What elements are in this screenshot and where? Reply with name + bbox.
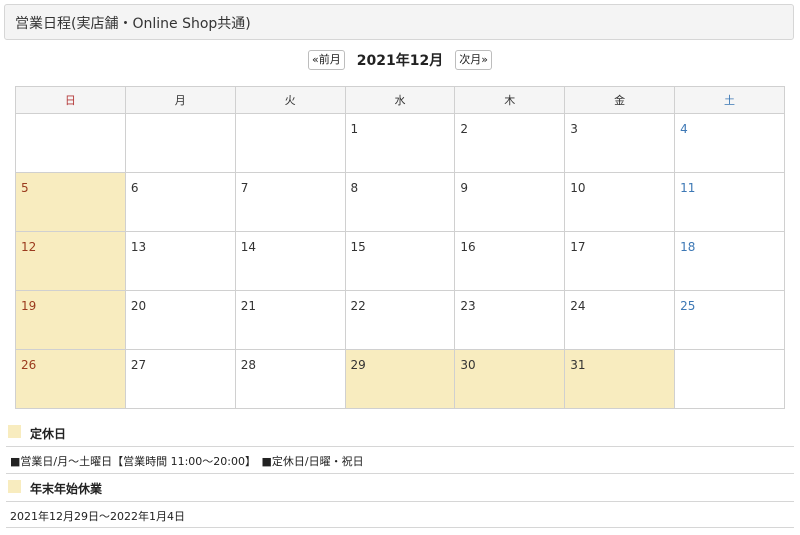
weekday-sun: 日 — [15, 86, 126, 114]
calendar-empty-cell — [15, 113, 126, 173]
calendar-week-row: 1 2 3 4 — [15, 113, 785, 173]
weekday-wed: 水 — [344, 86, 456, 114]
calendar-day-18: 18 — [674, 231, 785, 291]
calendar-day-3: 3 — [564, 113, 676, 173]
calendar-day-19: 19 — [15, 290, 126, 350]
calendar-day-15: 15 — [344, 231, 456, 291]
calendar-day-29: 29 — [344, 349, 456, 409]
closed-day-legend-label: 定休日 — [30, 427, 67, 441]
page-title: 営業日程(実店舗・Online Shop共通) — [15, 16, 251, 32]
calendar-day-25: 25 — [674, 290, 785, 350]
day-number: 17 — [570, 240, 586, 254]
day-number: 1 — [350, 122, 359, 136]
calendar-day-13: 13 — [124, 231, 236, 291]
day-number: 2 — [460, 122, 469, 136]
day-number: 13 — [130, 240, 147, 254]
calendar-day-11: 11 — [674, 172, 785, 232]
calendar-day-9: 9 — [454, 172, 566, 232]
day-number: 8 — [350, 181, 359, 195]
year-end-holiday-dates: 2021年12月29日～2022年1月4日 — [10, 510, 185, 523]
day-number: 27 — [130, 358, 147, 372]
day-number: 21 — [240, 299, 256, 313]
calendar-day-1: 1 — [344, 113, 456, 173]
calendar-day-7: 7 — [234, 172, 346, 232]
divider — [6, 501, 794, 502]
calendar-day-26: 26 — [15, 349, 126, 409]
day-number: 29 — [350, 358, 366, 372]
calendar-day-24: 24 — [564, 290, 676, 350]
calendar-day-14: 14 — [234, 231, 346, 291]
day-number: 5 — [21, 181, 29, 195]
calendar-day-5: 5 — [15, 172, 126, 232]
day-number: 7 — [240, 181, 249, 195]
day-number: 22 — [350, 299, 366, 313]
day-number: 12 — [21, 240, 37, 254]
weekday-tue: 火 — [234, 86, 346, 114]
day-number: 4 — [680, 122, 688, 136]
calendar-day-4: 4 — [674, 113, 785, 173]
divider — [6, 446, 794, 447]
day-number: 18 — [680, 240, 696, 254]
weekday-mon: 月 — [124, 86, 236, 114]
calendar-day-10: 10 — [564, 172, 676, 232]
year-end-holiday-legend-label: 年末年始休業 — [30, 482, 103, 496]
calendar-day-2: 2 — [454, 113, 566, 173]
calendar-week-row: 5 6 7 8 9 10 11 — [15, 172, 785, 232]
calendar-empty-cell — [234, 113, 346, 173]
prev-month-button[interactable]: «前月 — [308, 50, 345, 70]
day-number: 10 — [570, 181, 586, 195]
weekday-fri: 金 — [564, 86, 676, 114]
day-number: 26 — [21, 358, 37, 372]
calendar-day-17: 17 — [564, 231, 676, 291]
calendar-day-23: 23 — [454, 290, 566, 350]
day-number: 9 — [460, 181, 469, 195]
day-number: 23 — [460, 299, 476, 313]
day-number: 31 — [570, 358, 586, 372]
calendar-day-27: 27 — [124, 349, 236, 409]
calendar-day-22: 22 — [344, 290, 456, 350]
calendar-week-row: 26 27 28 29 30 31 — [15, 349, 785, 409]
calendar-day-16: 16 — [454, 231, 566, 291]
calendar-day-28: 28 — [234, 349, 346, 409]
day-number: 11 — [680, 181, 696, 195]
divider — [6, 473, 794, 474]
weekday-header-row: 日 月 火 水 木 金 土 — [15, 86, 785, 114]
day-number: 14 — [240, 240, 256, 254]
day-number: 6 — [130, 181, 139, 195]
calendar-day-20: 20 — [124, 290, 236, 350]
day-number: 28 — [240, 358, 256, 372]
weekday-sat: 土 — [674, 86, 785, 114]
next-month-button[interactable]: 次月» — [455, 50, 492, 70]
calendar-day-12: 12 — [15, 231, 126, 291]
holiday-swatch — [8, 480, 21, 493]
calendar-grid: 日 月 火 水 木 金 土 1 2 3 4 5 6 7 8 9 10 11 12 13 14 15 16 17 1… — [15, 86, 785, 409]
day-number: 20 — [130, 299, 147, 313]
day-number: 25 — [680, 299, 696, 313]
calendar-empty-cell — [674, 349, 785, 409]
calendar-week-row: 19 20 21 22 23 24 25 — [15, 290, 785, 350]
page-header: 営業日程(実店舗・Online Shop共通) — [4, 4, 794, 40]
calendar-week-row: 12 13 14 15 16 17 18 — [15, 231, 785, 291]
business-hours-text: ■営業日/月～土曜日【営業時間 11:00～20:00】 ■定休日/日曜・祝日 — [10, 455, 364, 468]
day-number: 19 — [21, 299, 37, 313]
current-month-label: 2021年12月 — [356, 53, 444, 69]
closed-day-swatch — [8, 425, 21, 438]
calendar-day-6: 6 — [124, 172, 236, 232]
day-number: 24 — [570, 299, 586, 313]
calendar-empty-cell — [124, 113, 236, 173]
day-number: 3 — [570, 122, 578, 136]
day-number: 16 — [460, 240, 476, 254]
month-navigation: «前月 2021年12月 次月» — [0, 50, 800, 74]
weekday-thu: 木 — [454, 86, 566, 114]
calendar-day-31: 31 — [564, 349, 676, 409]
calendar-day-30: 30 — [454, 349, 566, 409]
calendar-day-21: 21 — [234, 290, 346, 350]
day-number: 30 — [460, 358, 476, 372]
divider — [6, 527, 794, 528]
day-number: 15 — [350, 240, 366, 254]
calendar-day-8: 8 — [344, 172, 456, 232]
